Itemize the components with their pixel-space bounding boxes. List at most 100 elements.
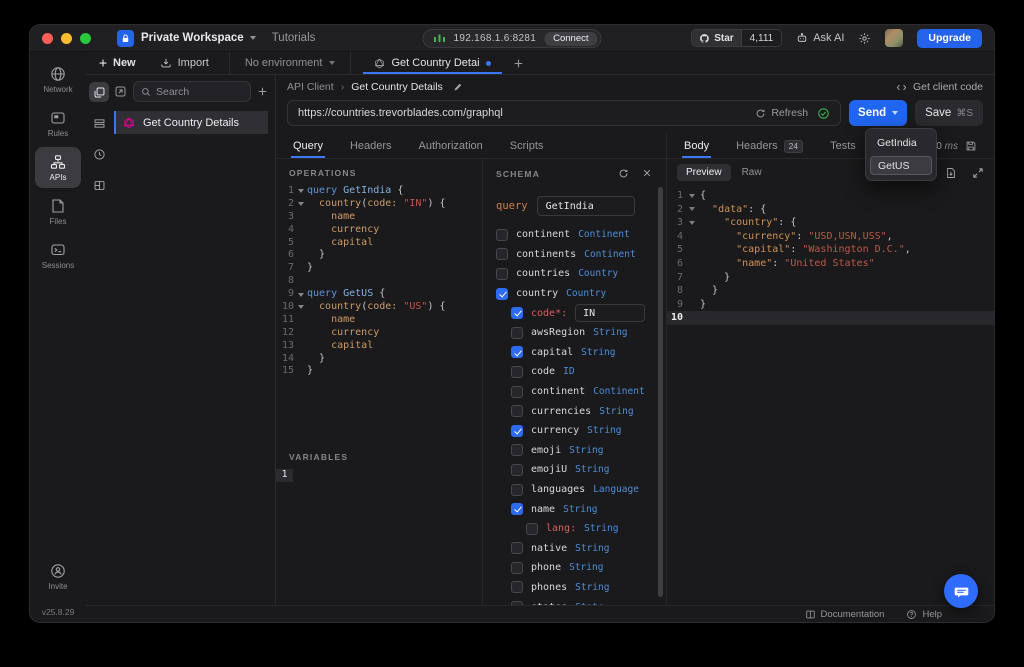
- connect-button[interactable]: Connect: [544, 32, 597, 46]
- schema-field-countries[interactable]: countriesCountry: [496, 264, 652, 284]
- operation-name-input[interactable]: GetIndia: [537, 196, 635, 216]
- field-checkbox[interactable]: [496, 229, 508, 241]
- schema-refresh-icon[interactable]: [618, 168, 629, 179]
- preview-toggle[interactable]: Preview: [677, 164, 731, 181]
- history-tab-icon[interactable]: [89, 144, 109, 164]
- environments-tab-icon[interactable]: [89, 113, 109, 133]
- schema-field-states[interactable]: statesState: [496, 597, 652, 605]
- environment-selector[interactable]: No environment: [229, 52, 352, 74]
- field-checkbox[interactable]: [511, 464, 523, 476]
- sidebar-item-sessions[interactable]: Sessions: [35, 235, 81, 276]
- tab-body[interactable]: Body: [684, 134, 709, 158]
- field-checkbox[interactable]: [526, 523, 538, 535]
- sidebar-item-apis[interactable]: APIs: [35, 147, 81, 188]
- field-checkbox[interactable]: [511, 386, 523, 398]
- workspace-name[interactable]: Private Workspace: [141, 32, 244, 44]
- search-input[interactable]: Search: [133, 81, 251, 102]
- schema-field-emojiu[interactable]: emojiUString: [496, 460, 652, 480]
- field-checkbox[interactable]: [511, 327, 523, 339]
- schema-field-currency[interactable]: currencyString: [496, 421, 652, 441]
- field-checkbox[interactable]: [511, 581, 523, 593]
- chat-widget-button[interactable]: [944, 574, 978, 608]
- field-checkbox[interactable]: [511, 444, 523, 456]
- collection-item-get-country-details[interactable]: Get Country Details: [114, 111, 268, 134]
- schema-field-phones[interactable]: phonesString: [496, 578, 652, 598]
- dropdown-item-getindia[interactable]: GetIndia: [870, 134, 932, 152]
- field-checkbox[interactable]: [511, 425, 523, 437]
- schema-field-lang[interactable]: lang:String: [496, 519, 652, 539]
- operations-editor[interactable]: OPERATIONS 1query GetIndia {2 country(co…: [276, 159, 482, 605]
- new-button[interactable]: New: [86, 52, 148, 74]
- field-checkbox[interactable]: [511, 503, 523, 515]
- tutorials-link[interactable]: Tutorials: [272, 32, 316, 44]
- schema-field-continent[interactable]: continentContinent: [496, 225, 652, 245]
- field-checkbox[interactable]: [511, 405, 523, 417]
- breadcrumb-root[interactable]: API Client: [287, 81, 334, 93]
- collections-tab-icon[interactable]: [89, 82, 109, 102]
- schema-field-phone[interactable]: phoneString: [496, 558, 652, 578]
- sidebar-item-files[interactable]: Files: [35, 191, 81, 232]
- schema-close-icon[interactable]: [642, 168, 652, 178]
- layout-tab-icon[interactable]: [89, 175, 109, 195]
- schema-field-native[interactable]: nativeString: [496, 539, 652, 559]
- fold-caret-icon[interactable]: [683, 194, 700, 198]
- tab-query[interactable]: Query: [293, 134, 323, 158]
- fold-caret-icon[interactable]: [683, 221, 700, 225]
- graphql-code[interactable]: 1query GetIndia {2 country(code: "IN") {…: [276, 185, 482, 378]
- schema-field-emoji[interactable]: emojiString: [496, 441, 652, 461]
- tab-tests[interactable]: Tests: [830, 134, 856, 158]
- schema-field-continent[interactable]: continentContinent: [496, 382, 652, 402]
- settings-gear-icon[interactable]: [858, 32, 871, 45]
- field-checkbox[interactable]: [511, 346, 523, 358]
- fold-caret-icon[interactable]: [294, 202, 307, 206]
- expand-icon[interactable]: [972, 167, 984, 179]
- github-star-button[interactable]: Star 4,111: [691, 29, 782, 47]
- fold-caret-icon[interactable]: [683, 207, 700, 211]
- sidebar-item-rules[interactable]: Rules: [35, 103, 81, 144]
- field-checkbox[interactable]: [511, 562, 523, 574]
- field-checkbox[interactable]: [511, 542, 523, 554]
- collapse-icon[interactable]: [114, 85, 127, 98]
- user-avatar[interactable]: [885, 29, 903, 47]
- tab-response-headers[interactable]: Headers 24: [736, 134, 803, 158]
- get-client-code-link[interactable]: Get client code: [896, 81, 983, 93]
- fold-caret-icon[interactable]: [294, 305, 307, 309]
- download-file-icon[interactable]: [945, 167, 957, 179]
- field-checkbox[interactable]: [511, 307, 523, 319]
- add-request-button[interactable]: [257, 86, 268, 97]
- schema-field-continents[interactable]: continentsContinent: [496, 245, 652, 265]
- field-checkbox[interactable]: [496, 268, 508, 280]
- documentation-link[interactable]: Documentation: [805, 609, 885, 620]
- edit-pencil-icon[interactable]: [453, 82, 463, 92]
- schema-field-country[interactable]: countryCountry: [496, 284, 652, 304]
- zoom-window-button[interactable]: [80, 33, 91, 44]
- schema-field-code[interactable]: code*:IN: [496, 303, 652, 323]
- field-checkbox[interactable]: [511, 366, 523, 378]
- url-input[interactable]: https://countries.trevorblades.com/graph…: [287, 100, 841, 126]
- field-checkbox[interactable]: [496, 248, 508, 260]
- new-tab-button[interactable]: [502, 52, 535, 74]
- help-link[interactable]: Help: [906, 609, 942, 620]
- refresh-schema-button[interactable]: Refresh: [755, 107, 808, 119]
- request-tab[interactable]: Get Country Detai: [363, 52, 501, 74]
- field-checkbox[interactable]: [511, 601, 523, 605]
- dropdown-item-getus[interactable]: GetUS: [870, 156, 932, 175]
- sidebar-item-network[interactable]: Network: [35, 59, 81, 100]
- schema-field-currencies[interactable]: currenciesString: [496, 401, 652, 421]
- save-response-icon[interactable]: [965, 140, 977, 152]
- field-checkbox[interactable]: [496, 288, 508, 300]
- schema-field-name[interactable]: nameString: [496, 499, 652, 519]
- schema-scrollbar[interactable]: [658, 187, 663, 597]
- schema-field-code[interactable]: codeID: [496, 362, 652, 382]
- fold-caret-icon[interactable]: [294, 189, 307, 193]
- ask-ai-button[interactable]: Ask AI: [796, 32, 844, 44]
- import-button[interactable]: Import: [148, 52, 221, 74]
- field-checkbox[interactable]: [511, 484, 523, 496]
- upgrade-button[interactable]: Upgrade: [917, 29, 982, 48]
- variables-editor[interactable]: 1: [276, 469, 482, 482]
- close-window-button[interactable]: [42, 33, 53, 44]
- invite-button[interactable]: Invite: [35, 556, 81, 597]
- tab-scripts[interactable]: Scripts: [510, 134, 544, 158]
- send-button[interactable]: Send: [849, 100, 907, 126]
- minimize-window-button[interactable]: [61, 33, 72, 44]
